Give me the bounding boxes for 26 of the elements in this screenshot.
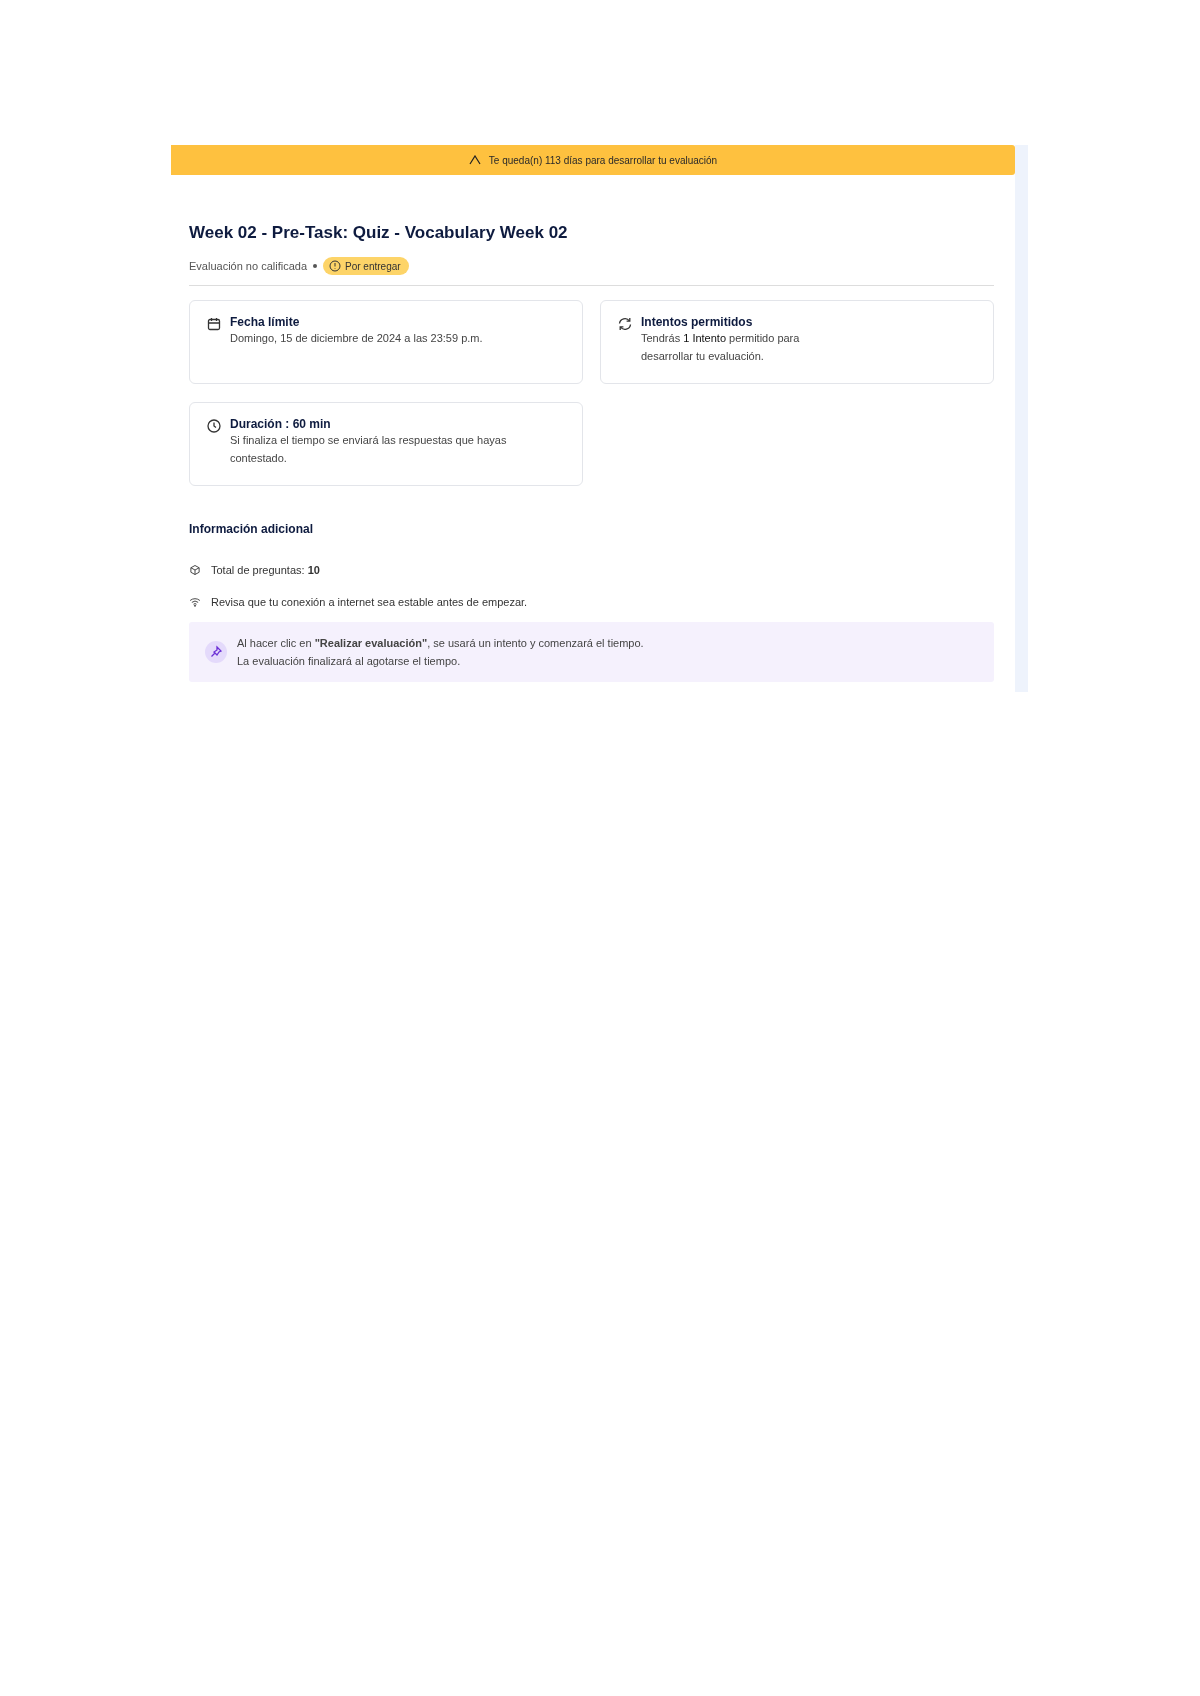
section-heading: Información adicional — [189, 522, 315, 536]
card-text: desarrollar tu evaluación. — [641, 349, 765, 364]
card-text: Domingo, 15 de diciembre de 2024 a las 23:59 p.m. — [230, 331, 483, 346]
calendar-icon — [206, 316, 222, 332]
warning-icon — [468, 155, 481, 165]
separator-dot — [313, 264, 318, 268]
wifi-icon — [189, 596, 201, 608]
info-text: Revisa que tu conexión a internet sea estable antes de empezar. — [211, 596, 528, 608]
pin-icon — [205, 641, 227, 663]
banner-text: Te queda(n) 113 días para desarrollar tu evaluación — [488, 154, 718, 166]
card-text: Tendrás 1 Intento permitido para — [641, 331, 800, 346]
cube-icon — [189, 564, 201, 576]
status-badge: Por entregar — [323, 257, 409, 275]
grading-label: Evaluación no calificada — [189, 260, 308, 272]
card-title: Intentos permitidos — [641, 315, 754, 329]
card-text: Si finaliza el tiempo se enviará las respuestas que hayas — [230, 433, 507, 448]
clock-icon — [206, 418, 222, 434]
card-title: Duración : 60 min — [230, 417, 332, 431]
refresh-icon — [617, 316, 633, 332]
card-title: Fecha límite — [230, 315, 301, 329]
notice-text: Al hacer clic en "Realizar evaluación", se usará un intento y comenzará el tiempo. — [237, 636, 644, 651]
card-text: contestado. — [230, 451, 288, 466]
info-text: Total de preguntas: 10 — [211, 564, 320, 576]
alert-icon — [329, 260, 342, 272]
quiz-title: Week 02 - Pre-Task: Quiz - Vocabulary Week 02 — [189, 223, 569, 243]
notice-text: La evaluación finalizará al agotarse el tiempo. — [237, 654, 462, 669]
